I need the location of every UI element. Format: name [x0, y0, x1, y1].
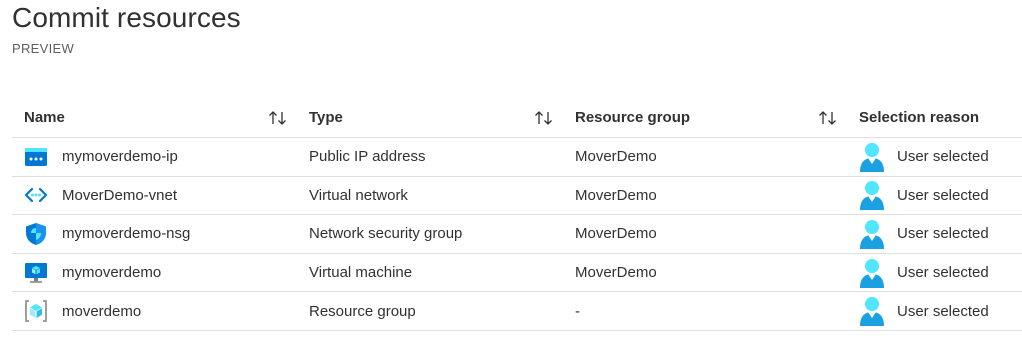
page-title: Commit resources: [12, 2, 241, 33]
virtual-network-icon: [24, 188, 48, 203]
selection-reason: User selected: [897, 148, 989, 166]
cell-selection-reason: User selected: [847, 180, 1022, 211]
selection-reason: User selected: [897, 186, 989, 204]
column-header-name[interactable]: Name: [12, 109, 297, 126]
sort-icon[interactable]: [267, 109, 289, 127]
cell-resource-group: MoverDemo: [563, 225, 847, 242]
user-icon: [860, 258, 884, 288]
resource-group-icon: [25, 300, 47, 323]
table-row[interactable]: moverdemo Resource group - User selected: [12, 292, 1022, 331]
page-subtitle: PREVIEW: [12, 41, 75, 56]
cell-type: Network security group: [297, 225, 563, 242]
resource-name: moverdemo: [62, 302, 142, 320]
cell-type: Virtual network: [297, 187, 563, 204]
cell-name: moverdemo: [12, 299, 297, 323]
cell-name: MoverDemo-vnet: [12, 183, 297, 207]
resource-type: Virtual network: [309, 186, 408, 204]
cell-selection-reason: User selected: [847, 142, 1022, 172]
cell-resource-group: MoverDemo: [563, 264, 847, 281]
cell-name: mymoverdemo: [12, 261, 297, 285]
table-row[interactable]: MoverDemo-vnet Virtual network MoverDemo…: [12, 177, 1022, 216]
column-header-resource-group-label: Resource group: [575, 109, 691, 126]
resource-name: mymoverdemo-nsg: [62, 225, 191, 243]
cell-name: mymoverdemo-nsg: [12, 222, 297, 246]
resource-group-value: MoverDemo: [575, 264, 657, 282]
table-row[interactable]: mymoverdemo Virtual machine MoverDemo Us…: [12, 254, 1022, 293]
resource-type: Resource group: [309, 302, 416, 320]
user-icon: [860, 297, 884, 327]
selection-reason: User selected: [897, 264, 989, 282]
cell-name: mymoverdemo-ip: [12, 145, 297, 169]
column-header-name-label: Name: [24, 109, 65, 126]
public-ip-icon: [25, 147, 47, 166]
column-header-selection-reason[interactable]: Selection reason: [847, 109, 1022, 126]
cell-selection-reason: User selected: [847, 296, 1022, 327]
virtual-machine-icon: [25, 262, 47, 283]
column-header-selection-reason-label: Selection reason: [859, 109, 980, 126]
network-security-group-icon: [26, 222, 46, 245]
cell-resource-group: MoverDemo: [563, 148, 847, 165]
grid-header: Name Type Resource group Selection reaso…: [12, 98, 1022, 138]
selection-reason: User selected: [897, 225, 989, 243]
resource-group-value: MoverDemo: [575, 186, 657, 204]
user-icon: [860, 181, 884, 211]
cell-type: Resource group: [297, 303, 563, 320]
resource-group-value: MoverDemo: [575, 148, 657, 166]
cell-resource-group: -: [563, 303, 847, 320]
cell-type: Virtual machine: [297, 264, 563, 281]
table-row[interactable]: mymoverdemo-ip Public IP address MoverDe…: [12, 138, 1022, 177]
selection-reason: User selected: [897, 302, 989, 320]
resource-type: Network security group: [309, 225, 463, 243]
resource-group-value: MoverDemo: [575, 225, 657, 243]
resources-grid: Name Type Resource group Selection reaso…: [12, 98, 1022, 331]
column-header-resource-group[interactable]: Resource group: [563, 109, 847, 126]
resource-name: mymoverdemo: [62, 264, 162, 282]
user-icon: [860, 142, 884, 172]
cell-resource-group: MoverDemo: [563, 187, 847, 204]
column-header-type[interactable]: Type: [297, 109, 563, 126]
sort-icon[interactable]: [817, 109, 839, 127]
cell-type: Public IP address: [297, 148, 563, 165]
sort-icon[interactable]: [533, 109, 555, 127]
user-icon: [860, 219, 884, 249]
resource-type: Public IP address: [309, 148, 426, 166]
resource-name: MoverDemo-vnet: [62, 186, 178, 204]
cell-selection-reason: User selected: [847, 219, 1022, 249]
resource-group-value: -: [575, 302, 580, 320]
resource-name: mymoverdemo-ip: [62, 148, 178, 166]
column-header-type-label: Type: [309, 109, 343, 126]
table-row[interactable]: mymoverdemo-nsg Network security group M…: [12, 215, 1022, 254]
cell-selection-reason: User selected: [847, 258, 1022, 288]
resource-type: Virtual machine: [309, 264, 413, 282]
